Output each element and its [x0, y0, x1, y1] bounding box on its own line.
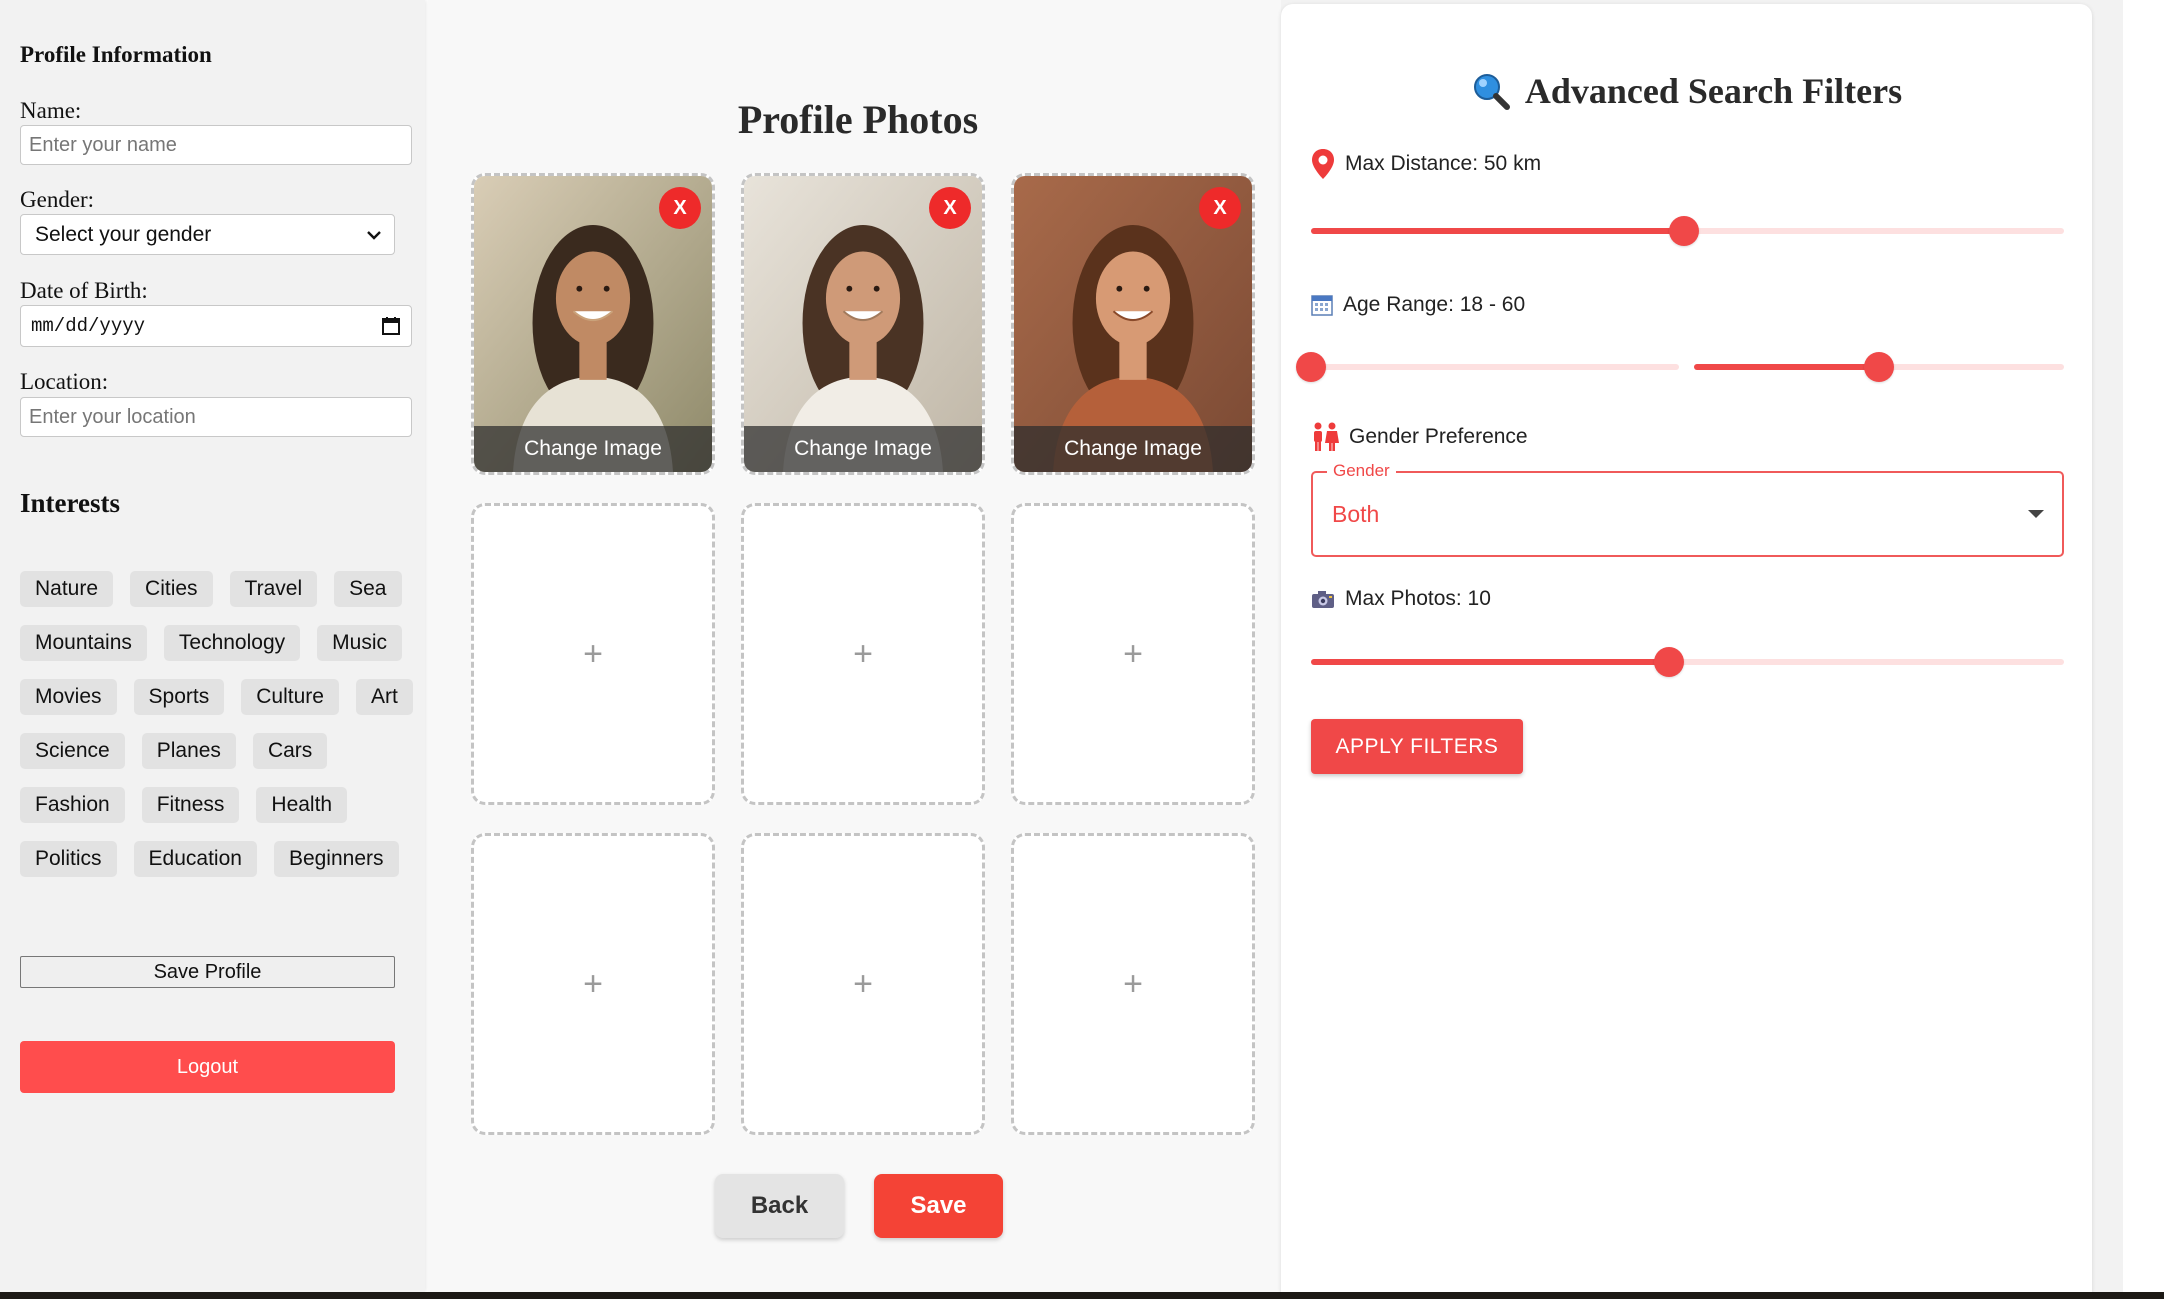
interest-chip[interactable]: Sports: [133, 679, 225, 715]
change-image-button[interactable]: Change Image: [1014, 426, 1252, 472]
interest-chip[interactable]: Art: [355, 679, 413, 715]
search-filters-panel: Advanced Search Filters Max Distance: 50…: [1281, 4, 2092, 1292]
gender-preference-label: Gender Preference: [1311, 422, 1528, 452]
gender-preference-value: Both: [1332, 501, 1380, 527]
interest-chip[interactable]: Cars: [252, 733, 328, 769]
photo-slot-empty[interactable]: +: [1011, 503, 1255, 805]
gender-label: Gender:: [20, 187, 95, 212]
photo-slot-filled[interactable]: Change Image X: [1011, 173, 1255, 475]
interest-chip[interactable]: Health: [256, 787, 348, 823]
photo-slot-filled[interactable]: Change Image X: [471, 173, 715, 475]
gender-preference-select[interactable]: Gender Both: [1311, 461, 2064, 557]
interests-list: Nature Cities Travel Sea Mountains Technology…: [20, 571, 415, 877]
age-min-slider[interactable]: [1296, 352, 1679, 382]
profile-section-title: Profile Information: [20, 42, 212, 67]
add-photo-icon[interactable]: +: [1014, 506, 1252, 802]
photos-panel: Profile Photos Change Image X Change Image…: [428, 0, 1281, 1292]
dob-placeholder: mm/dd/yyyy: [31, 315, 146, 337]
photo-slot-empty[interactable]: +: [1011, 833, 1255, 1135]
interest-chip[interactable]: Science: [20, 733, 125, 769]
name-label: Name:: [20, 98, 82, 123]
taskbar-strip: [0, 1292, 2164, 1299]
interest-chip[interactable]: Fitness: [141, 787, 240, 823]
interest-chip[interactable]: Nature: [20, 571, 114, 607]
age-max-thumb[interactable]: [1864, 352, 1894, 382]
age-range-text: Age Range: 18 - 60: [1343, 293, 1526, 316]
photo-slot-empty[interactable]: +: [471, 503, 715, 805]
interests-title: Interests: [20, 488, 120, 518]
remove-photo-button[interactable]: X: [659, 187, 701, 229]
photos-title: Profile Photos: [737, 97, 979, 142]
calendar-icon: [1311, 295, 1333, 316]
photo-slot-empty[interactable]: +: [741, 503, 985, 805]
save-profile-button[interactable]: Save Profile: [20, 956, 395, 988]
interest-chip[interactable]: Politics: [20, 841, 117, 877]
remove-photo-button[interactable]: X: [929, 187, 971, 229]
remove-photo-button[interactable]: X: [1199, 187, 1241, 229]
chevron-down-icon: [367, 230, 381, 240]
magnifier-icon: [1473, 74, 1510, 110]
name-input[interactable]: [20, 125, 412, 165]
age-range-label: Age Range: 18 - 60: [1311, 293, 1525, 317]
add-photo-icon[interactable]: +: [474, 506, 712, 802]
interest-chip[interactable]: Travel: [229, 571, 318, 607]
dropdown-arrow-icon: [2028, 510, 2044, 518]
filters-title-text: Advanced Search Filters: [1524, 71, 1903, 111]
change-image-button[interactable]: Change Image: [744, 426, 982, 472]
photo-slot-empty[interactable]: +: [471, 833, 715, 1135]
location-input[interactable]: [20, 397, 412, 437]
max-photos-label: Max Photos: 10: [1311, 587, 1491, 611]
dob-label: Date of Birth:: [20, 278, 148, 303]
map-pin-icon: [1312, 149, 1334, 179]
add-photo-icon[interactable]: +: [474, 836, 712, 1132]
calendar-picker-icon[interactable]: [381, 316, 401, 336]
gender-preference-text: Gender Preference: [1349, 425, 1528, 448]
max-photos-thumb[interactable]: [1653, 647, 1684, 677]
age-max-slider[interactable]: [1694, 352, 2064, 382]
interest-chip[interactable]: Planes: [141, 733, 236, 769]
photo-slot-empty[interactable]: +: [741, 833, 985, 1135]
interest-chip[interactable]: Education: [133, 841, 257, 877]
max-photos-slider[interactable]: [1311, 647, 2064, 677]
logout-button[interactable]: Logout: [20, 1041, 395, 1093]
age-max-fill: [1694, 364, 1879, 370]
interest-chip[interactable]: Music: [317, 625, 402, 661]
dob-input[interactable]: mm/dd/yyyy: [20, 305, 412, 347]
add-photo-icon[interactable]: +: [744, 836, 982, 1132]
location-label: Location:: [20, 369, 109, 394]
apply-filters-button[interactable]: APPLY FILTERS: [1311, 719, 1523, 774]
interest-chip[interactable]: Beginners: [273, 841, 399, 877]
max-distance-fill: [1311, 228, 1684, 234]
change-image-button[interactable]: Change Image: [474, 426, 712, 472]
add-photo-icon[interactable]: +: [1014, 836, 1252, 1132]
interest-chip[interactable]: Movies: [20, 679, 117, 715]
add-photo-icon[interactable]: +: [744, 506, 982, 802]
max-photos-text: Max Photos: 10: [1345, 587, 1491, 610]
filters-title: Advanced Search Filters: [1281, 70, 2092, 112]
age-min-thumb[interactable]: [1296, 352, 1326, 382]
interest-chip[interactable]: Fashion: [20, 787, 125, 823]
camera-icon: [1312, 591, 1334, 608]
couple-icon: [1314, 422, 1339, 451]
interest-chip[interactable]: Mountains: [20, 625, 147, 661]
gender-select[interactable]: Select your gender: [20, 214, 395, 255]
gender-select-value: Select your gender: [35, 222, 212, 246]
interest-chip[interactable]: Technology: [163, 625, 301, 661]
max-photos-fill: [1311, 659, 1669, 665]
profile-sidebar: Profile Information Name: Gender: Select…: [0, 0, 425, 1292]
max-distance-thumb[interactable]: [1668, 216, 1699, 246]
gender-field-label: Gender: [1327, 461, 1396, 481]
back-button[interactable]: Back: [715, 1174, 844, 1238]
max-distance-label: Max Distance: 50 km: [1311, 148, 1541, 180]
max-distance-text: Max Distance: 50 km: [1345, 152, 1542, 175]
photo-slot-filled[interactable]: Change Image X: [741, 173, 985, 475]
interest-chip[interactable]: Sea: [334, 571, 402, 607]
interest-chip[interactable]: Cities: [130, 571, 213, 607]
max-distance-slider[interactable]: [1311, 216, 2064, 246]
interest-chip[interactable]: Culture: [241, 679, 339, 715]
save-photos-button[interactable]: Save: [874, 1174, 1003, 1238]
